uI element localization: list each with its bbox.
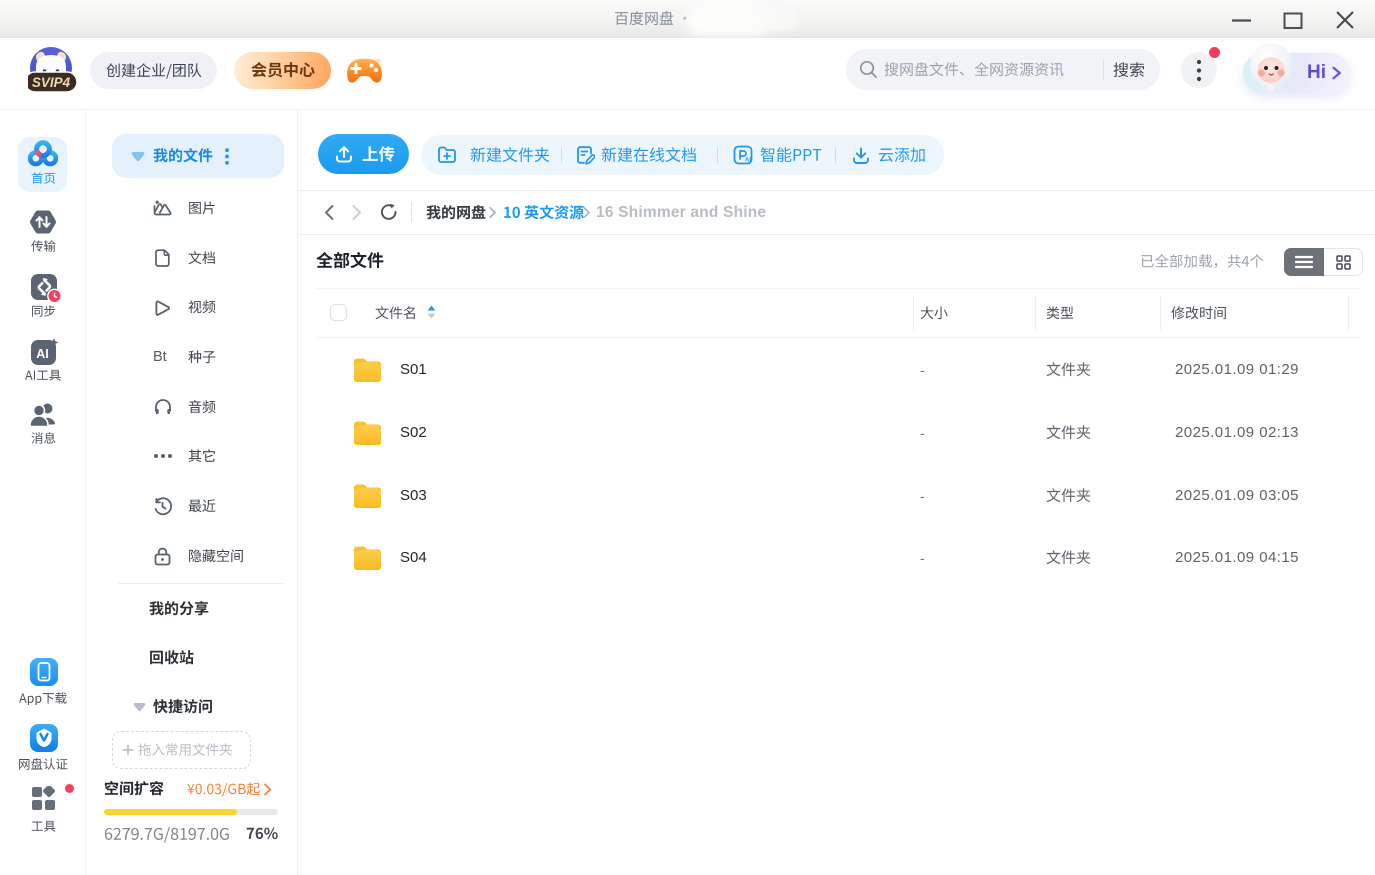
svg-text:AI: AI [745, 158, 751, 164]
svg-text:AI: AI [36, 347, 49, 361]
svg-text:SVIP4: SVIP4 [32, 75, 71, 90]
